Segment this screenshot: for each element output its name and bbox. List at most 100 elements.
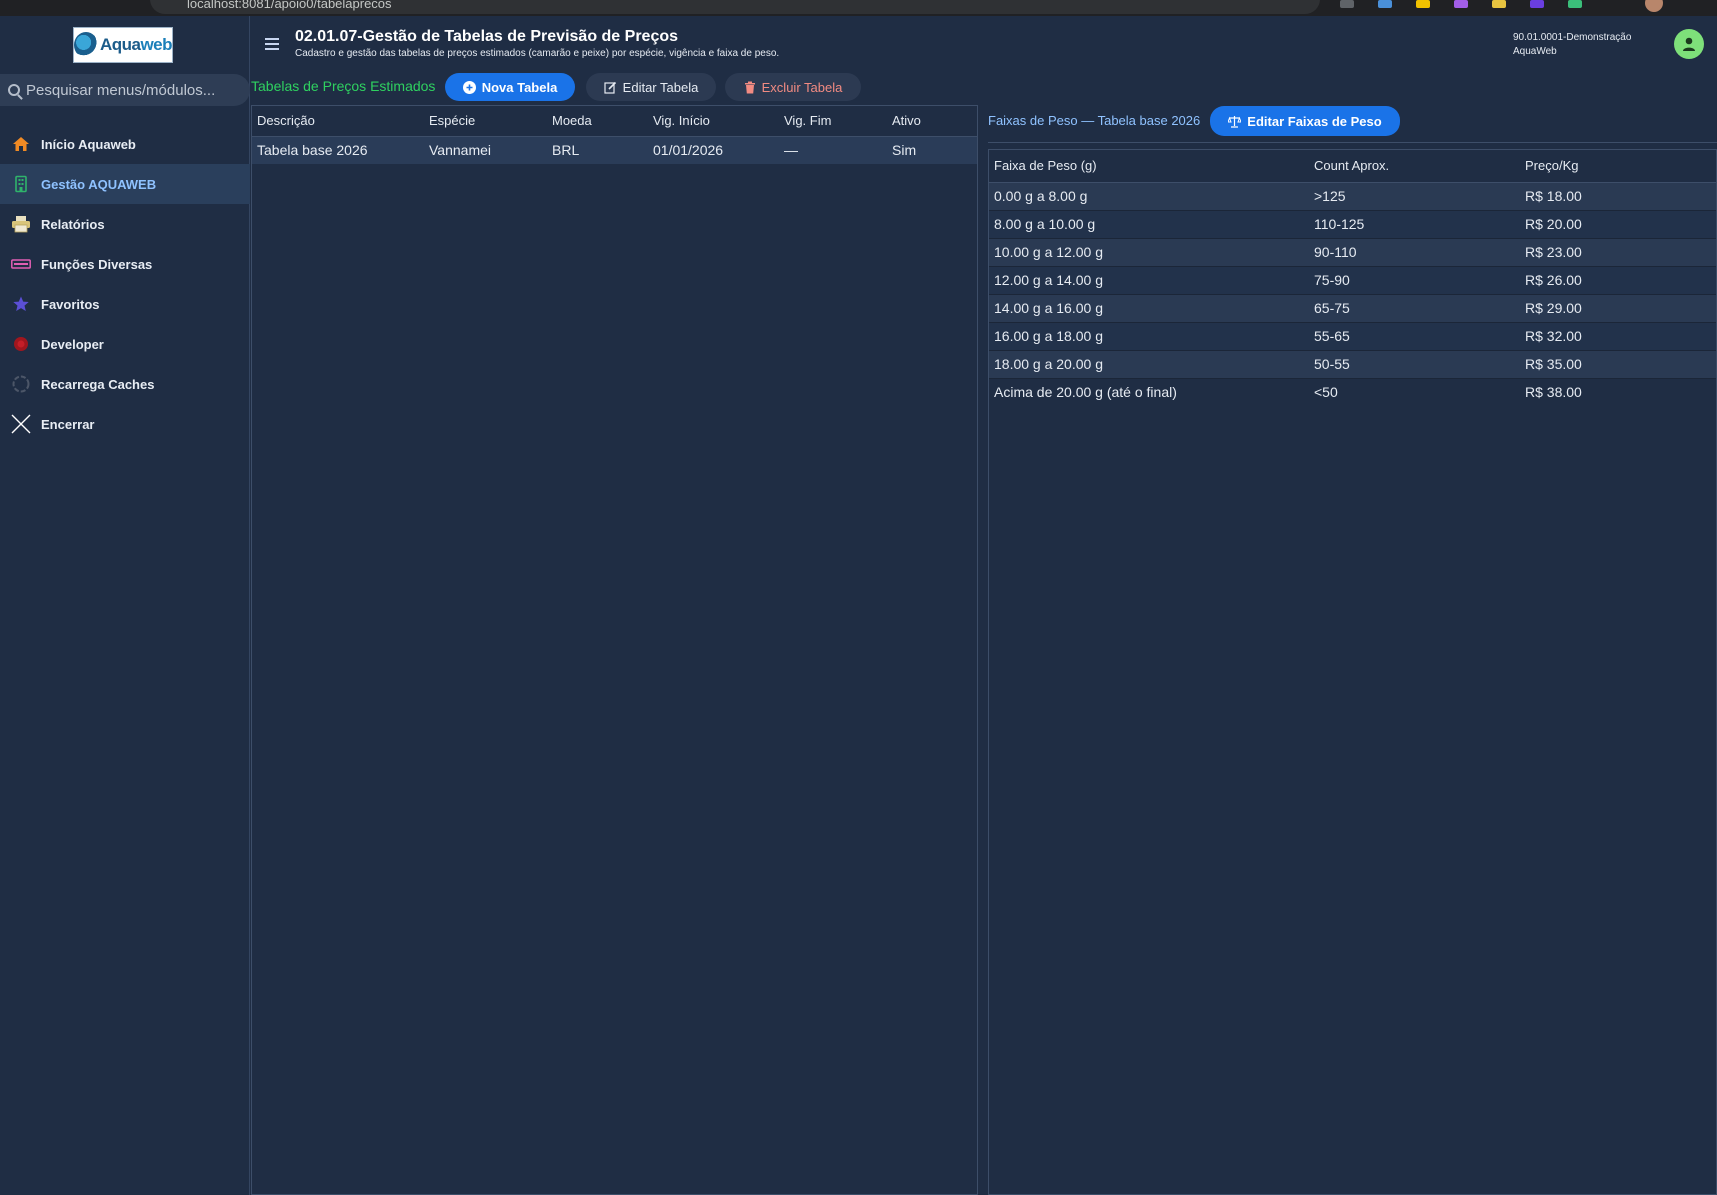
table-row[interactable]: 8.00 g a 10.00 g 110-125 R$ 20.00 — [989, 210, 1716, 239]
table-cell: 01/01/2026 — [648, 136, 779, 164]
sidebar-item-label: Gestão AQUAWEB — [41, 176, 157, 192]
home-icon — [11, 134, 31, 154]
sidebar-item-label: Encerrar — [41, 416, 95, 432]
table-row[interactable]: 14.00 g a 16.00 g 65-75 R$ 29.00 — [989, 294, 1716, 323]
table-row[interactable]: Acima de 20.00 g (até o final) <50 R$ 38.0… — [989, 378, 1716, 406]
page-subtitle: Cadastro e gestão das tabelas de preços … — [295, 48, 780, 59]
aquaweb-logo[interactable]: Aquaweb — [73, 27, 173, 63]
new-table-button[interactable]: Nova Tabela — [445, 73, 575, 101]
table-cell: 90-110 — [1309, 238, 1520, 267]
table-cell: R$ 29.00 — [1520, 294, 1716, 323]
table-cell: R$ 35.00 — [1520, 350, 1716, 379]
table-cell: Tabela base 2026 — [252, 136, 424, 164]
table-cell: 55-65 — [1309, 322, 1520, 351]
browser-toolbar: localhost:8081/apoio0/tabelaprecos — [0, 0, 1717, 16]
column-header[interactable]: Vig. Fim — [779, 106, 887, 137]
edit-weight-ranges-label: Editar Faixas de Peso — [1247, 113, 1382, 129]
column-header[interactable]: Descrição — [252, 106, 424, 137]
edit-table-label: Editar Tabela — [622, 79, 699, 95]
table-cell: R$ 20.00 — [1520, 210, 1716, 239]
user-info: 90.01.0001-Demonstração AquaWeb — [1513, 31, 1631, 59]
weight-ranges-panel: Faixas de Peso — Tabela base 2026 Editar… — [988, 104, 1717, 1195]
sidebar-item-recarrega[interactable]: Recarrega Caches — [0, 364, 250, 404]
sidebar-item-developer[interactable]: Developer — [0, 324, 250, 364]
price-tables-table: Descrição Espécie Moeda Vig. Início Vig.… — [252, 106, 977, 164]
extension-icon[interactable] — [1340, 0, 1354, 8]
sidebar-item-label: Recarrega Caches — [41, 376, 155, 392]
star-icon — [11, 294, 31, 314]
table-row[interactable]: Tabela base 2026 Vannamei BRL 01/01/2026… — [252, 136, 977, 164]
table-row[interactable]: 16.00 g a 18.00 g 55-65 R$ 32.00 — [989, 322, 1716, 351]
extension-icon[interactable] — [1378, 0, 1392, 8]
plus-circle-icon — [462, 80, 476, 94]
column-header[interactable]: Vig. Início — [648, 106, 779, 137]
printer-icon — [11, 214, 31, 234]
sidebar-item-label: Funções Diversas — [41, 256, 153, 272]
table-cell: R$ 26.00 — [1520, 266, 1716, 295]
close-icon — [11, 414, 31, 434]
column-header[interactable]: Faixa de Peso (g) — [989, 150, 1309, 183]
price-tables-panel: Tabelas de Preços Estimados Nova Tabela … — [251, 70, 978, 1195]
extension-icon[interactable] — [1568, 0, 1582, 8]
extension-icon[interactable] — [1530, 0, 1544, 8]
column-header[interactable]: Count Aprox. — [1309, 150, 1520, 183]
keyboard-icon — [11, 254, 31, 274]
table-cell: 18.00 g a 20.00 g — [989, 350, 1309, 379]
delete-table-button[interactable]: Excluir Tabela — [725, 73, 861, 101]
table-cell: 50-55 — [1309, 350, 1520, 379]
table-header-row: Faixa de Peso (g) Count Aprox. Preço/Kg — [989, 150, 1716, 183]
sidebar-item-funcoes[interactable]: Funções Diversas — [0, 244, 250, 284]
column-header[interactable]: Preço/Kg — [1520, 150, 1716, 183]
extension-icon[interactable] — [1492, 0, 1506, 8]
table-cell: Sim — [887, 136, 977, 164]
divider — [988, 142, 1717, 143]
avatar[interactable] — [1674, 29, 1704, 59]
sidebar-item-gestao[interactable]: Gestão AQUAWEB — [0, 164, 250, 204]
table-cell: >125 — [1309, 182, 1520, 211]
column-header[interactable]: Moeda — [547, 106, 648, 137]
refresh-icon — [11, 374, 31, 394]
column-header[interactable]: Espécie — [424, 106, 547, 137]
table-cell: 75-90 — [1309, 266, 1520, 295]
sidebar-item-inicio[interactable]: Início Aquaweb — [0, 124, 250, 164]
table-cell: 0.00 g a 8.00 g — [989, 182, 1309, 211]
edit-weight-ranges-button[interactable]: Editar Faixas de Peso — [1210, 106, 1400, 136]
address-url[interactable]: localhost:8081/apoio0/tabelaprecos — [187, 0, 392, 11]
search-input[interactable] — [26, 81, 236, 99]
table-row[interactable]: 0.00 g a 8.00 g >125 R$ 18.00 — [989, 182, 1716, 211]
new-table-label: Nova Tabela — [481, 79, 558, 95]
user-name: AquaWeb — [1513, 46, 1557, 57]
bug-icon — [11, 334, 31, 354]
hamburger-menu-icon[interactable] — [265, 38, 279, 53]
sidebar-item-relatorios[interactable]: Relatórios — [0, 204, 250, 244]
trash-icon — [744, 81, 756, 94]
sidebar-item-label: Developer — [41, 336, 104, 352]
table-cell: R$ 38.00 — [1520, 378, 1716, 406]
sidebar-item-label: Início Aquaweb — [41, 136, 136, 152]
company-code: 90.01.0001-Demonstração — [1513, 32, 1632, 43]
table-cell: R$ 23.00 — [1520, 238, 1716, 267]
sidebar-item-favoritos[interactable]: Favoritos — [0, 284, 250, 324]
table-row[interactable]: 12.00 g a 14.00 g 75-90 R$ 26.00 — [989, 266, 1716, 295]
table-cell: 16.00 g a 18.00 g — [989, 322, 1309, 351]
sidebar-item-label: Favoritos — [41, 296, 100, 312]
search-icon — [8, 84, 20, 96]
table-row[interactable]: 10.00 g a 12.00 g 90-110 R$ 23.00 — [989, 238, 1716, 267]
browser-profile-avatar[interactable] — [1645, 0, 1663, 12]
table-header-row: Descrição Espécie Moeda Vig. Início Vig.… — [252, 106, 977, 137]
scale-icon — [1228, 115, 1242, 128]
extension-icon[interactable] — [1416, 0, 1430, 8]
user-icon — [1683, 37, 1695, 51]
sidebar-item-encerrar[interactable]: Encerrar — [0, 404, 250, 444]
table-cell: Vannamei — [424, 136, 547, 164]
edit-table-button[interactable]: Editar Tabela — [586, 73, 716, 101]
column-header[interactable]: Ativo — [887, 106, 977, 137]
logo-text: Aquaweb — [99, 35, 173, 54]
weight-ranges-table: Faixa de Peso (g) Count Aprox. Preço/Kg … — [989, 150, 1716, 406]
table-cell: 110-125 — [1309, 210, 1520, 239]
table-cell: Acima de 20.00 g (até o final) — [989, 378, 1309, 406]
table-cell: 65-75 — [1309, 294, 1520, 323]
extension-icon[interactable] — [1454, 0, 1468, 8]
sidebar-item-label: Relatórios — [41, 216, 105, 232]
table-row[interactable]: 18.00 g a 20.00 g 50-55 R$ 35.00 — [989, 350, 1716, 379]
